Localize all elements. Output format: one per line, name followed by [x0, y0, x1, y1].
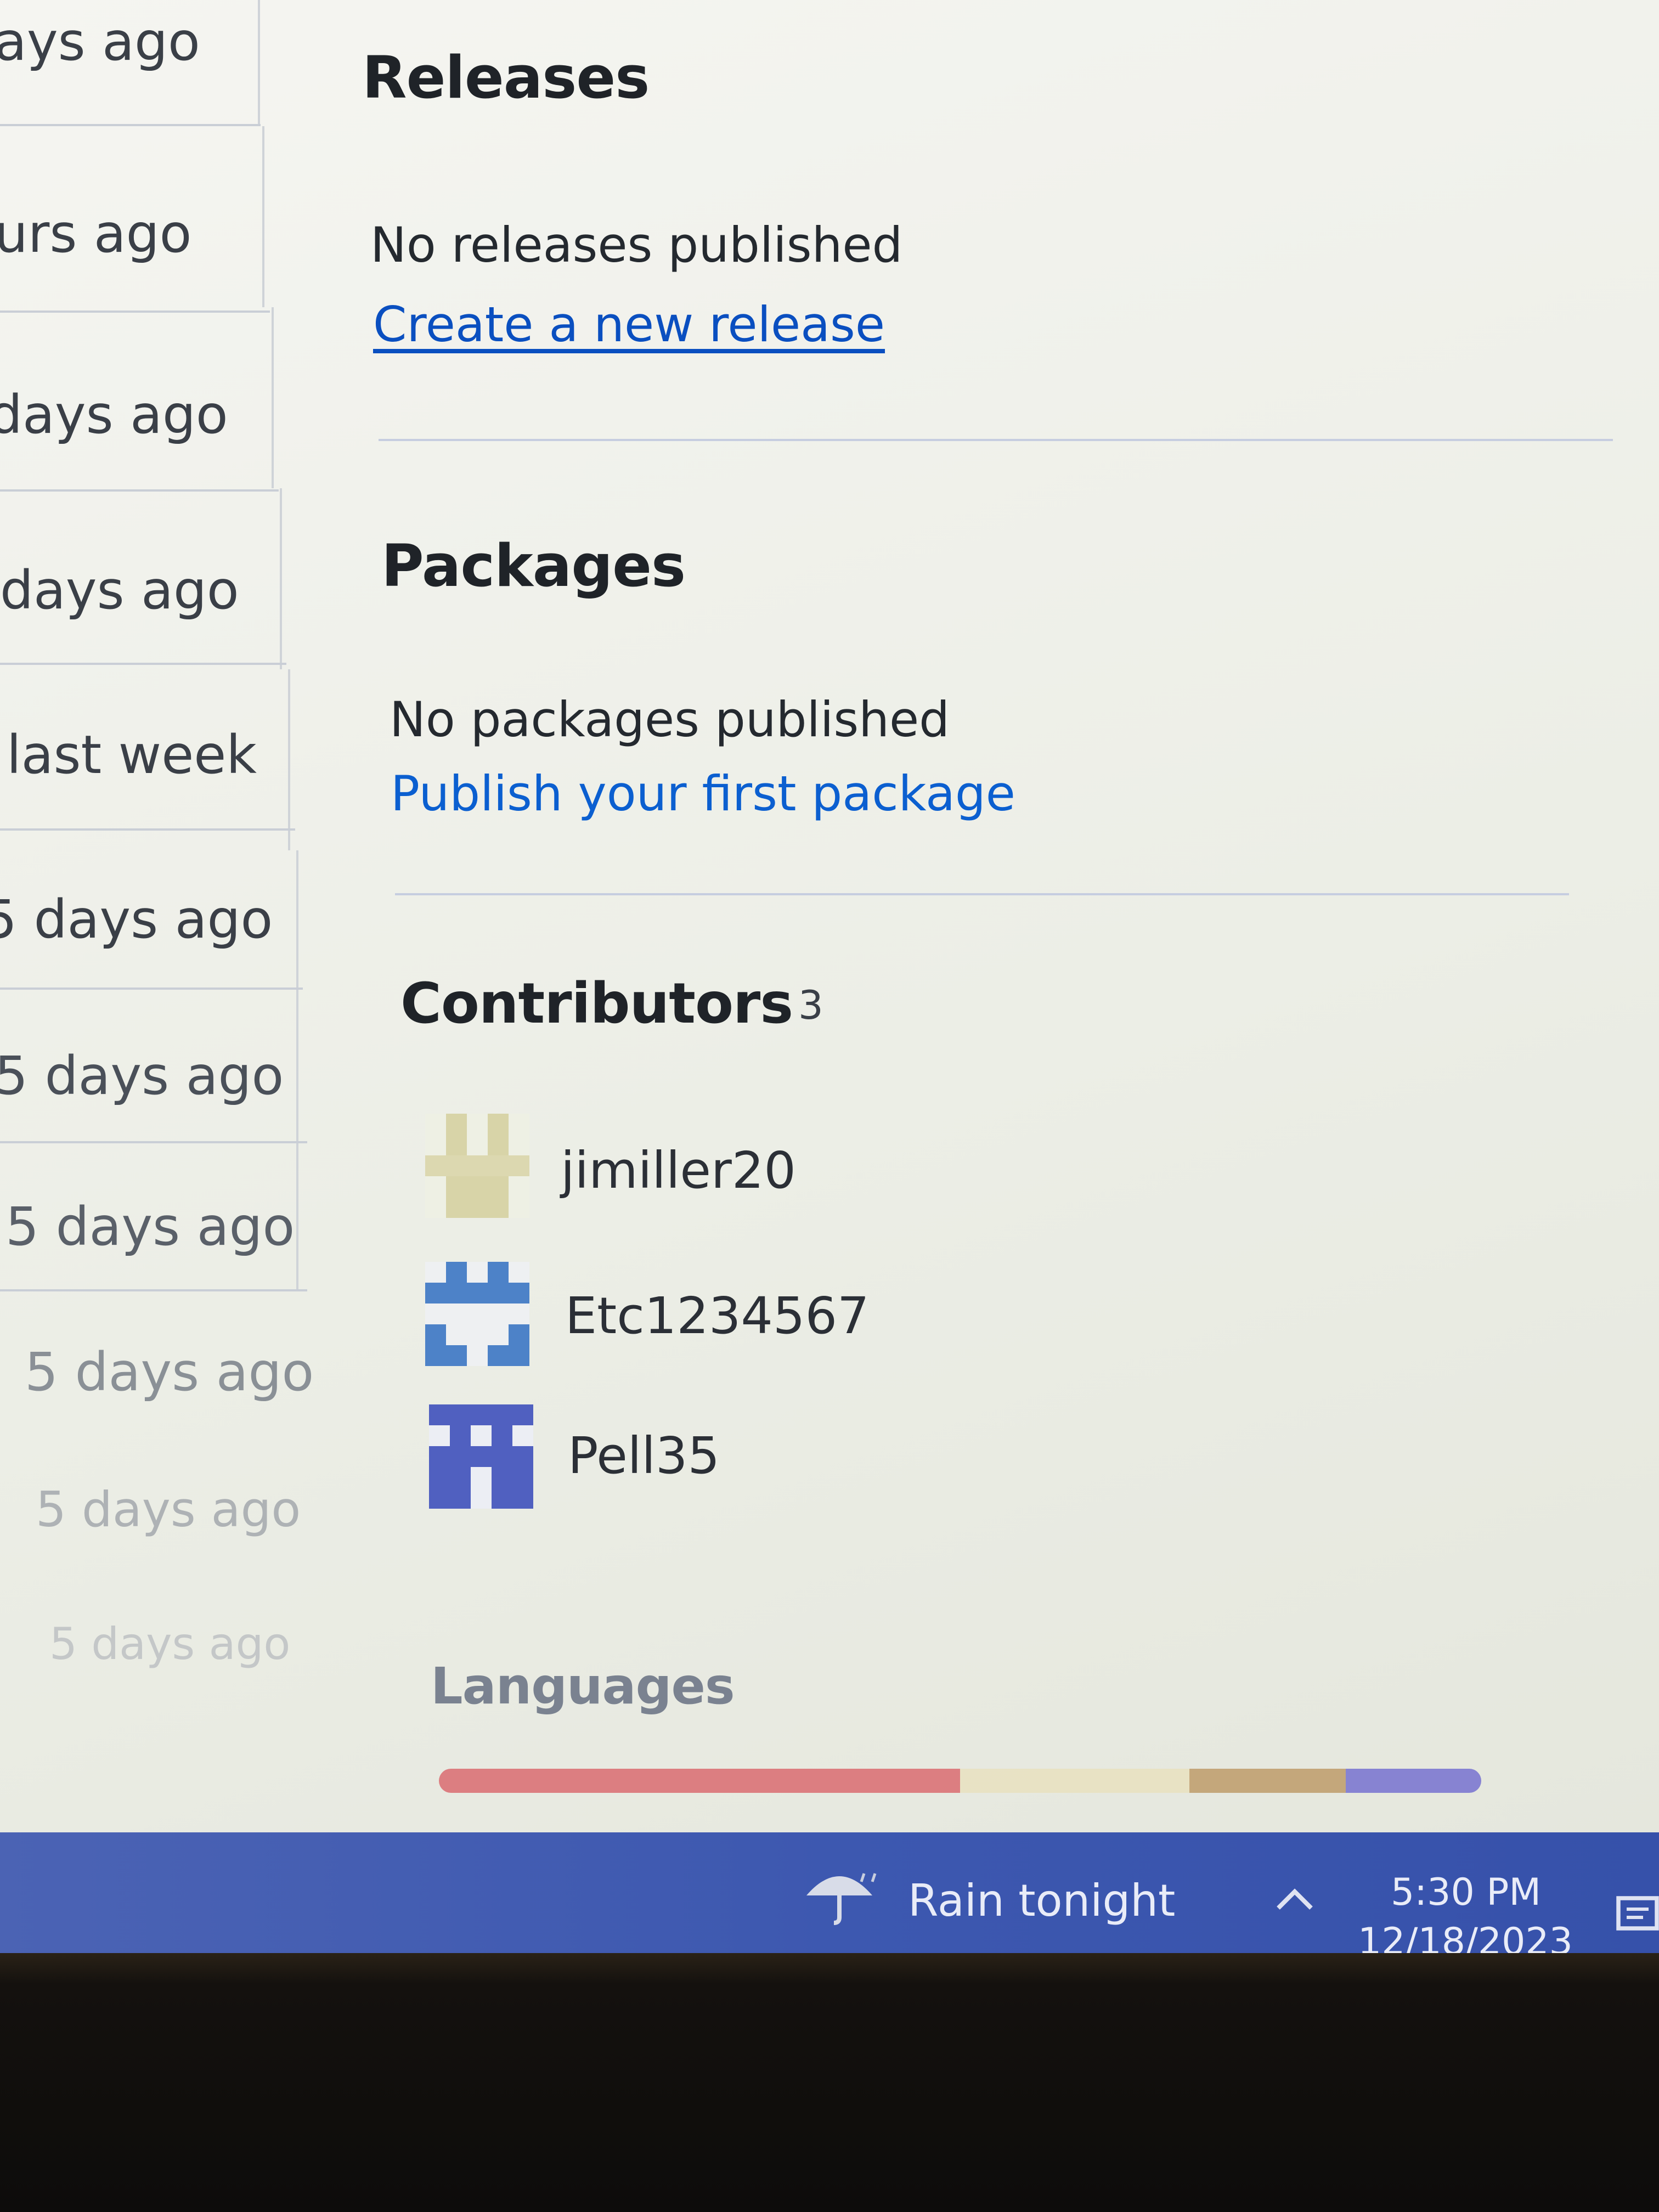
- commit-time: days ago: [0, 384, 228, 445]
- language-segment: [960, 1769, 1189, 1793]
- row-divider: [0, 1141, 307, 1143]
- commit-list: ays ago urs ago days ago days ago last w…: [0, 0, 314, 1832]
- row-divider: [0, 988, 303, 990]
- column-divider: [262, 126, 264, 307]
- language-segment: [1189, 1769, 1346, 1793]
- commit-time: 5 days ago: [0, 889, 273, 950]
- column-divider: [280, 488, 282, 669]
- commit-time: urs ago: [0, 203, 192, 264]
- section-divider: [395, 893, 1569, 895]
- row-divider: [0, 663, 286, 665]
- laptop-bezel: [0, 1953, 1659, 2212]
- contributors-count: 3: [798, 982, 823, 1028]
- language-segment: [439, 1769, 960, 1793]
- row-divider: [0, 1289, 307, 1291]
- commit-time: 5 days ago: [0, 1045, 284, 1107]
- row-divider: [0, 311, 270, 313]
- publish-package-link[interactable]: Publish your first package: [391, 765, 1015, 822]
- create-release-link[interactable]: Create a new release: [373, 296, 885, 353]
- contributor-name[interactable]: Etc1234567: [565, 1286, 870, 1345]
- commit-time: last week: [7, 724, 257, 786]
- taskbar: Rain tonight 5:30 PM 12/18/2023: [0, 1832, 1659, 1963]
- languages-bar: [439, 1769, 1481, 1793]
- clock-time[interactable]: 5:30 PM: [1391, 1871, 1541, 1914]
- column-divider: [296, 850, 298, 1289]
- contributors-heading: Contributors: [400, 971, 793, 1036]
- languages-heading: Languages: [431, 1657, 735, 1716]
- releases-heading: Releases: [362, 44, 650, 111]
- umbrella-rain-icon[interactable]: [798, 1865, 881, 1926]
- language-segment: [1346, 1769, 1481, 1793]
- notification-icon[interactable]: [1610, 1893, 1659, 1942]
- section-divider: [379, 439, 1613, 441]
- packages-status: No packages published: [390, 691, 950, 748]
- commit-time: 5 days ago: [25, 1341, 314, 1403]
- contributor-name[interactable]: Pell35: [568, 1426, 720, 1485]
- row-divider: [0, 124, 261, 126]
- column-divider: [288, 669, 290, 850]
- weather-text[interactable]: Rain tonight: [908, 1875, 1175, 1926]
- packages-heading: Packages: [381, 532, 686, 600]
- contributor-name[interactable]: jimiller20: [561, 1141, 796, 1200]
- chevron-up-icon[interactable]: [1273, 1886, 1317, 1914]
- column-divider: [272, 307, 274, 488]
- screen: ays ago urs ago days ago days ago last w…: [0, 0, 1659, 1953]
- row-divider: [0, 828, 295, 831]
- commit-time: days ago: [0, 560, 239, 621]
- column-divider: [258, 0, 260, 126]
- commit-time: 5 days ago: [36, 1481, 301, 1538]
- identicon-avatar[interactable]: [429, 1404, 533, 1509]
- releases-status: No releases published: [370, 217, 903, 273]
- row-divider: [0, 489, 279, 492]
- commit-time: ays ago: [0, 11, 200, 72]
- commit-time: 5 days ago: [5, 1196, 295, 1257]
- identicon-avatar[interactable]: [425, 1114, 529, 1218]
- commit-time: 5 days ago: [49, 1618, 291, 1669]
- identicon-avatar[interactable]: [425, 1262, 529, 1366]
